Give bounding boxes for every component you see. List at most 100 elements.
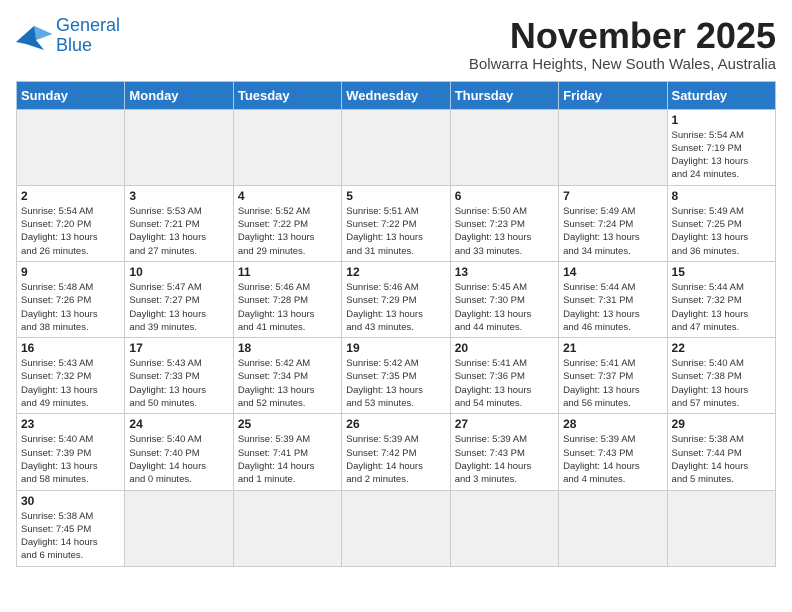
calendar-cell: 5Sunrise: 5:51 AMSunset: 7:22 PMDaylight…: [342, 185, 450, 261]
day-number: 11: [238, 265, 337, 279]
calendar-cell: 27 Sunrise: 5:39 AMSunset: 7:43 PMDayligh…: [450, 414, 558, 490]
calendar-cell: [125, 109, 233, 185]
day-number: 16: [21, 341, 120, 355]
day-number: 20: [455, 341, 554, 355]
day-info: Sunrise: 5:48 AMSunset: 7:26 PMDaylight:…: [21, 281, 120, 334]
day-info: Sunrise: 5:40 AMSunset: 7:39 PMDaylight:…: [21, 433, 120, 486]
calendar-table: SundayMondayTuesdayWednesdayThursdayFrid…: [16, 81, 776, 567]
day-number: 29: [672, 417, 771, 431]
weekday-header-tuesday: Tuesday: [233, 81, 341, 109]
day-info: Sunrise: 5:42 AMSunset: 7:35 PMDaylight:…: [346, 357, 445, 410]
calendar-cell: 20Sunrise: 5:41 AMSunset: 7:36 PMDayligh…: [450, 338, 558, 414]
calendar-cell: 30Sunrise: 5:38 AMSunset: 7:45 PMDayligh…: [17, 490, 125, 566]
calendar-cell: [17, 109, 125, 185]
calendar-cell: 24 Sunrise: 5:40 AMSunset: 7:40 PMDayligh…: [125, 414, 233, 490]
calendar-cell: 15 Sunrise: 5:44 AMSunset: 7:32 PMDayligh…: [667, 261, 775, 337]
calendar-cell: [342, 490, 450, 566]
day-number: 15: [672, 265, 771, 279]
weekday-header-thursday: Thursday: [450, 81, 558, 109]
day-info: Sunrise: 5:40 AMSunset: 7:38 PMDaylight:…: [672, 357, 771, 410]
calendar-cell: 28Sunrise: 5:39 AMSunset: 7:43 PMDayligh…: [559, 414, 667, 490]
calendar-cell: [233, 109, 341, 185]
calendar-cell: 25 Sunrise: 5:39 AMSunset: 7:41 PMDayligh…: [233, 414, 341, 490]
calendar-cell: 12 Sunrise: 5:46 AMSunset: 7:29 PMDayligh…: [342, 261, 450, 337]
calendar-cell: 23 Sunrise: 5:40 AMSunset: 7:39 PMDayligh…: [17, 414, 125, 490]
calendar-cell: [233, 490, 341, 566]
calendar-cell: [450, 490, 558, 566]
logo-general: General: [56, 15, 120, 35]
day-info: Sunrise: 5:44 AMSunset: 7:32 PMDaylight:…: [672, 281, 771, 334]
calendar-week-row: 16 Sunrise: 5:43 AMSunset: 7:32 PMDayligh…: [17, 338, 776, 414]
day-number: 23: [21, 417, 120, 431]
calendar-cell: 16 Sunrise: 5:43 AMSunset: 7:32 PMDayligh…: [17, 338, 125, 414]
day-info: Sunrise: 5:54 AMSunset: 7:19 PMDaylight:…: [672, 129, 771, 182]
calendar-cell: 1 Sunrise: 5:54 AMSunset: 7:19 PMDaylight…: [667, 109, 775, 185]
day-info: Sunrise: 5:40 AMSunset: 7:40 PMDaylight:…: [129, 433, 228, 486]
day-info: Sunrise: 5:54 AMSunset: 7:20 PMDaylight:…: [21, 205, 120, 258]
calendar-week-row: 9 Sunrise: 5:48 AMSunset: 7:26 PMDaylight…: [17, 261, 776, 337]
day-number: 28: [563, 417, 662, 431]
calendar-cell: 13Sunrise: 5:45 AMSunset: 7:30 PMDayligh…: [450, 261, 558, 337]
calendar-cell: 14 Sunrise: 5:44 AMSunset: 7:31 PMDayligh…: [559, 261, 667, 337]
day-info: Sunrise: 5:41 AMSunset: 7:37 PMDaylight:…: [563, 357, 662, 410]
day-number: 24: [129, 417, 228, 431]
day-info: Sunrise: 5:52 AMSunset: 7:22 PMDaylight:…: [238, 205, 337, 258]
day-info: Sunrise: 5:39 AMSunset: 7:42 PMDaylight:…: [346, 433, 445, 486]
calendar-week-row: 1 Sunrise: 5:54 AMSunset: 7:19 PMDaylight…: [17, 109, 776, 185]
day-number: 22: [672, 341, 771, 355]
calendar-week-row: 2 Sunrise: 5:54 AMSunset: 7:20 PMDaylight…: [17, 185, 776, 261]
day-info: Sunrise: 5:38 AMSunset: 7:44 PMDaylight:…: [672, 433, 771, 486]
calendar-cell: 22 Sunrise: 5:40 AMSunset: 7:38 PMDayligh…: [667, 338, 775, 414]
page-header: General Blue November 2025 Bolwarra Heig…: [16, 16, 776, 73]
weekday-header-saturday: Saturday: [667, 81, 775, 109]
day-info: Sunrise: 5:50 AMSunset: 7:23 PMDaylight:…: [455, 205, 554, 258]
day-info: Sunrise: 5:39 AMSunset: 7:41 PMDaylight:…: [238, 433, 337, 486]
calendar-cell: [125, 490, 233, 566]
day-info: Sunrise: 5:38 AMSunset: 7:45 PMDaylight:…: [21, 510, 120, 563]
day-number: 17: [129, 341, 228, 355]
day-number: 2: [21, 189, 120, 203]
day-number: 18: [238, 341, 337, 355]
logo-text: General Blue: [56, 16, 120, 56]
day-number: 21: [563, 341, 662, 355]
day-number: 6: [455, 189, 554, 203]
weekday-header-wednesday: Wednesday: [342, 81, 450, 109]
day-number: 12: [346, 265, 445, 279]
location-title: Bolwarra Heights, New South Wales, Austr…: [469, 56, 776, 73]
day-number: 26: [346, 417, 445, 431]
day-number: 27: [455, 417, 554, 431]
day-number: 14: [563, 265, 662, 279]
calendar-week-row: 23 Sunrise: 5:40 AMSunset: 7:39 PMDayligh…: [17, 414, 776, 490]
day-number: 4: [238, 189, 337, 203]
day-info: Sunrise: 5:42 AMSunset: 7:34 PMDaylight:…: [238, 357, 337, 410]
day-info: Sunrise: 5:43 AMSunset: 7:32 PMDaylight:…: [21, 357, 120, 410]
day-number: 1: [672, 113, 771, 127]
day-number: 9: [21, 265, 120, 279]
day-info: Sunrise: 5:44 AMSunset: 7:31 PMDaylight:…: [563, 281, 662, 334]
calendar-cell: 29 Sunrise: 5:38 AMSunset: 7:44 PMDayligh…: [667, 414, 775, 490]
calendar-cell: [559, 490, 667, 566]
month-title: November 2025: [469, 16, 776, 56]
calendar-cell: 19 Sunrise: 5:42 AMSunset: 7:35 PMDayligh…: [342, 338, 450, 414]
title-block: November 2025 Bolwarra Heights, New Sout…: [469, 16, 776, 73]
weekday-header-row: SundayMondayTuesdayWednesdayThursdayFrid…: [17, 81, 776, 109]
calendar-week-row: 30Sunrise: 5:38 AMSunset: 7:45 PMDayligh…: [17, 490, 776, 566]
day-number: 3: [129, 189, 228, 203]
day-number: 13: [455, 265, 554, 279]
day-info: Sunrise: 5:46 AMSunset: 7:29 PMDaylight:…: [346, 281, 445, 334]
calendar-cell: 11Sunrise: 5:46 AMSunset: 7:28 PMDayligh…: [233, 261, 341, 337]
calendar-cell: 26 Sunrise: 5:39 AMSunset: 7:42 PMDayligh…: [342, 414, 450, 490]
calendar-cell: 21 Sunrise: 5:41 AMSunset: 7:37 PMDayligh…: [559, 338, 667, 414]
day-number: 25: [238, 417, 337, 431]
logo: General Blue: [16, 16, 120, 56]
calendar-cell: 4 Sunrise: 5:52 AMSunset: 7:22 PMDaylight…: [233, 185, 341, 261]
day-info: Sunrise: 5:39 AMSunset: 7:43 PMDaylight:…: [455, 433, 554, 486]
day-number: 10: [129, 265, 228, 279]
day-info: Sunrise: 5:49 AMSunset: 7:25 PMDaylight:…: [672, 205, 771, 258]
weekday-header-sunday: Sunday: [17, 81, 125, 109]
weekday-header-friday: Friday: [559, 81, 667, 109]
day-info: Sunrise: 5:53 AMSunset: 7:21 PMDaylight:…: [129, 205, 228, 258]
day-info: Sunrise: 5:47 AMSunset: 7:27 PMDaylight:…: [129, 281, 228, 334]
calendar-cell: 18 Sunrise: 5:42 AMSunset: 7:34 PMDayligh…: [233, 338, 341, 414]
day-number: 19: [346, 341, 445, 355]
